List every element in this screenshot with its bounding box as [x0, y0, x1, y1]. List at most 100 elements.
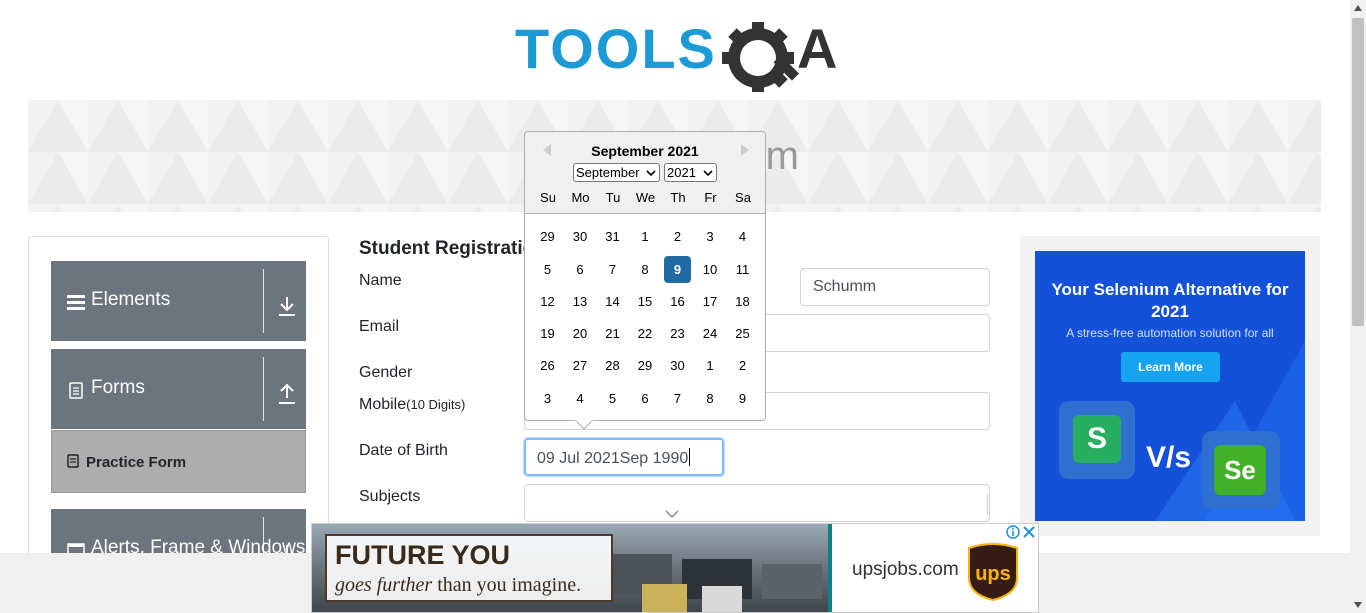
- calendar-day[interactable]: 10: [697, 256, 724, 283]
- current-month: September 2021: [591, 143, 699, 159]
- close-icon[interactable]: [1022, 525, 1036, 539]
- weekday-header: Mo: [571, 190, 590, 205]
- dob-label: Date of Birth: [359, 442, 448, 459]
- scrollbar-thumb[interactable]: [1352, 18, 1364, 326]
- calendar-day[interactable]: 31: [599, 223, 626, 250]
- toolsqa-logo[interactable]: TOOLS A: [515, 14, 840, 94]
- scroll-down-icon[interactable]: [1354, 602, 1362, 608]
- calendar-day[interactable]: 7: [664, 385, 691, 412]
- gender-label: Gender: [359, 364, 413, 381]
- calendar-day[interactable]: 4: [729, 223, 756, 250]
- calendar-day[interactable]: 22: [632, 320, 659, 347]
- sidebar-group-label: Elements: [91, 289, 171, 310]
- text-caret: [689, 448, 691, 466]
- calendar-day[interactable]: 27: [567, 352, 594, 379]
- calendar-day[interactable]: 18: [729, 288, 756, 315]
- calendar-day[interactable]: 8: [632, 256, 659, 283]
- sidebar-item-label: Practice Form: [86, 454, 187, 471]
- calendar-day[interactable]: 25: [729, 320, 756, 347]
- calendar-day[interactable]: 5: [599, 385, 626, 412]
- calendar-day[interactable]: 9: [729, 385, 756, 412]
- calendar-day[interactable]: 4: [567, 385, 594, 412]
- sidebar-item-practice-form[interactable]: Practice Form: [51, 430, 306, 493]
- download-arrow-icon[interactable]: [277, 295, 297, 317]
- calendar-day[interactable]: 2: [729, 352, 756, 379]
- email-label: Email: [359, 318, 400, 335]
- info-icon[interactable]: [1006, 525, 1020, 539]
- calendar-day[interactable]: 30: [567, 223, 594, 250]
- calendar-day[interactable]: 3: [534, 385, 561, 412]
- calendar-day[interactable]: 8: [697, 385, 724, 412]
- calendar-day[interactable]: 26: [534, 352, 561, 379]
- svg-text:A: A: [797, 17, 837, 80]
- calendar-day[interactable]: 24: [697, 320, 724, 347]
- ad-text-box: FUTURE YOU goes further than you imagine…: [325, 534, 613, 602]
- subjects-input[interactable]: [524, 484, 990, 522]
- popup-pointer: [575, 420, 593, 429]
- date-of-birth-input[interactable]: 09 Jul 2021Sep 1990: [524, 438, 724, 476]
- datepicker-header: September 2021 September 2021 Su Mo Tu We Th…: [525, 132, 765, 214]
- ad-headline: Your Selenium Alternative for 2021: [1051, 280, 1289, 321]
- upload-arrow-icon[interactable]: [277, 383, 297, 405]
- month-select[interactable]: September: [573, 163, 660, 182]
- calendar-day[interactable]: 13: [567, 288, 594, 315]
- calendar-day[interactable]: 29: [632, 352, 659, 379]
- subjects-label: Subjects: [359, 488, 421, 505]
- sidebar-group-elements[interactable]: Elements: [51, 261, 306, 341]
- scroll-up-icon[interactable]: [1354, 5, 1362, 11]
- ad-line2: goes further than you imagine.: [335, 574, 581, 597]
- ad-subtext: A stress-free automation solution for al…: [1066, 326, 1274, 340]
- document-icon: [69, 382, 83, 399]
- calendar-day[interactable]: 1: [697, 352, 724, 379]
- calendar-day[interactable]: 30: [664, 352, 691, 379]
- calendar-day[interactable]: 1: [632, 223, 659, 250]
- calendar-day[interactable]: 2: [664, 223, 691, 250]
- hamburger-icon: [67, 295, 85, 310]
- year-select[interactable]: 2021: [664, 163, 717, 182]
- calendar-day[interactable]: 6: [567, 256, 594, 283]
- calendar-day[interactable]: 29: [534, 223, 561, 250]
- ups-logo: ups: [968, 543, 1018, 602]
- mobile-label: Mobile(10 Digits): [359, 396, 465, 414]
- next-month-icon[interactable]: [737, 142, 753, 158]
- calendar-day[interactable]: 20: [567, 320, 594, 347]
- calendar-day[interactable]: 5: [534, 256, 561, 283]
- calendar-day[interactable]: 9: [664, 256, 691, 283]
- bottom-ad[interactable]: FUTURE YOU goes further than you imagine…: [311, 523, 1039, 613]
- ad-line1: FUTURE YOU: [335, 540, 511, 570]
- right-ad[interactable]: Your Selenium Alternative for 2021 A str…: [1035, 251, 1305, 521]
- ups-logo-text: ups: [975, 563, 1011, 585]
- calendar-day[interactable]: 3: [697, 223, 724, 250]
- calendar-day[interactable]: 16: [664, 288, 691, 315]
- learn-more-button[interactable]: Learn More: [1121, 352, 1220, 382]
- ad-line2-italic: goes further: [335, 574, 433, 596]
- calendar-day[interactable]: 21: [599, 320, 626, 347]
- calendar-day[interactable]: 28: [599, 352, 626, 379]
- calendar-day[interactable]: 17: [697, 288, 724, 315]
- ad-url[interactable]: upsjobs.com: [852, 559, 959, 581]
- weekday-header: Tu: [605, 190, 621, 205]
- weekday-header: Fr: [704, 190, 717, 205]
- calendar-day[interactable]: 23: [664, 320, 691, 347]
- page-scrollbar[interactable]: [1350, 0, 1366, 613]
- weekday-header: Su: [540, 190, 556, 205]
- form-icon: [67, 454, 79, 468]
- chevron-down-icon[interactable]: [665, 510, 679, 519]
- year-select-value: 2021: [667, 165, 696, 180]
- calendar-day[interactable]: 11: [729, 256, 756, 283]
- divider: [263, 269, 264, 333]
- calendar-day[interactable]: 15: [632, 288, 659, 315]
- divider: [987, 493, 988, 515]
- last-name-input[interactable]: Schumm: [800, 268, 990, 306]
- versus-text: V/s: [1146, 441, 1192, 474]
- calendar-day[interactable]: 14: [599, 288, 626, 315]
- datepicker-popup: September 2021 September 2021 Su Mo Tu We Th…: [524, 131, 766, 429]
- calendar-day[interactable]: 19: [534, 320, 561, 347]
- calendar-day[interactable]: 12: [534, 288, 561, 315]
- calendar-day[interactable]: 6: [632, 385, 659, 412]
- sidebar: Elements Forms Practice Form Alerts, Fra…: [28, 236, 329, 569]
- calendar-day[interactable]: 7: [599, 256, 626, 283]
- date-of-birth-value: 09 Jul 2021Sep 1990: [537, 450, 689, 467]
- sidebar-group-forms[interactable]: Forms: [51, 349, 306, 429]
- weekday-header: Sa: [735, 190, 751, 205]
